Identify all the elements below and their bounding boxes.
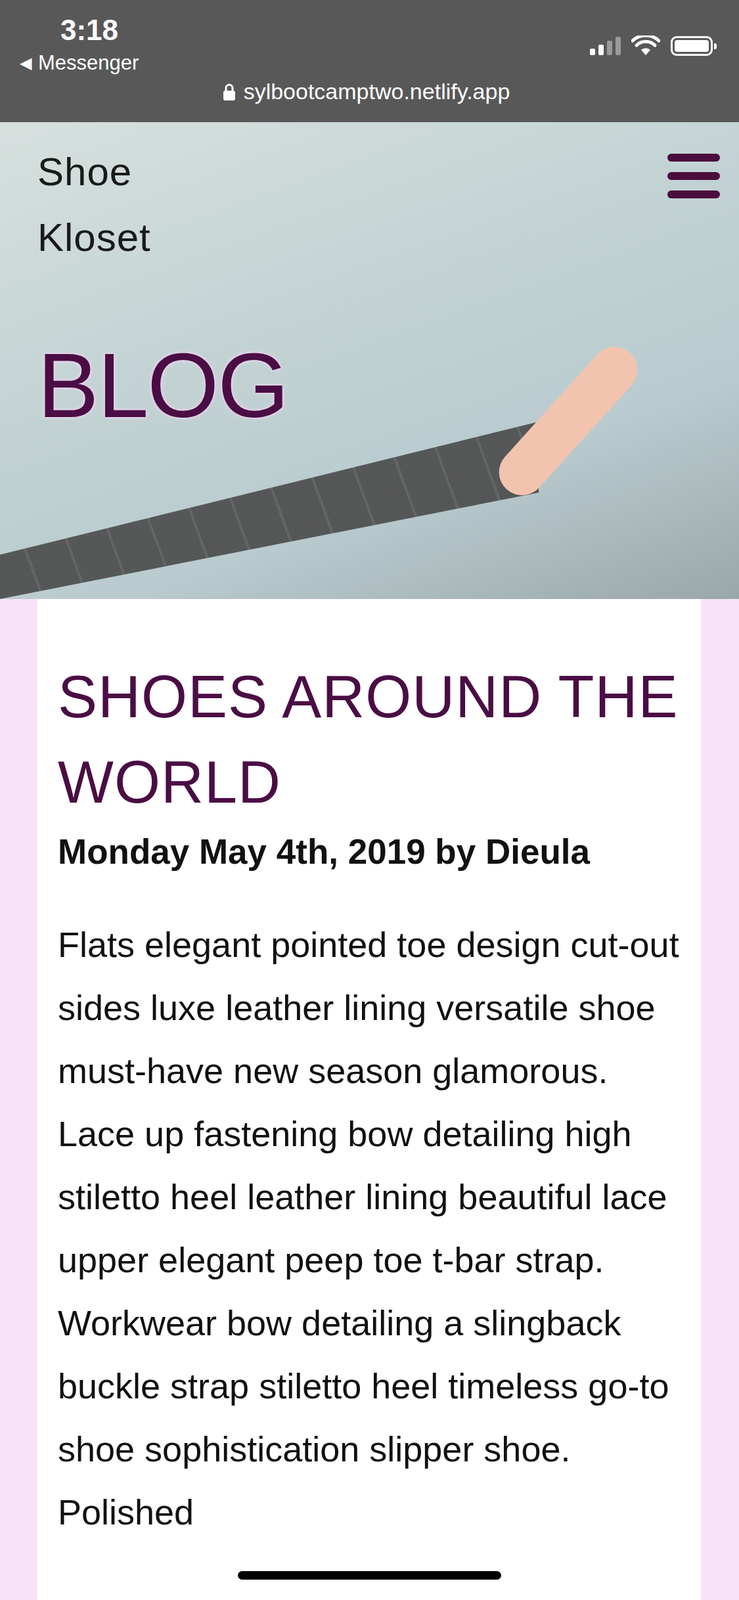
lock-icon bbox=[222, 82, 236, 102]
back-label[interactable]: Messenger bbox=[38, 49, 139, 77]
signal-icon bbox=[589, 36, 621, 56]
logo-line[interactable]: Shoe bbox=[37, 139, 152, 205]
hero-banner: ShoeKloset BLOG bbox=[0, 122, 739, 600]
signal-bar bbox=[598, 44, 604, 56]
menu-bar[interactable] bbox=[667, 153, 720, 162]
battery-icon bbox=[670, 36, 713, 56]
signal-bar bbox=[615, 36, 621, 56]
hamburger-menu-icon[interactable] bbox=[667, 139, 720, 199]
hero-photo-detail bbox=[489, 337, 647, 506]
post-card: SHOES AROUND THE WORLDMonday May 4th, 20… bbox=[37, 599, 702, 1600]
status-row: 3:18◀Messenger bbox=[19, 11, 713, 77]
site-header: ShoeKloset bbox=[37, 139, 720, 271]
home-indicator[interactable] bbox=[237, 1571, 502, 1580]
signal-bar bbox=[606, 40, 613, 56]
post-byline: Monday May 4th, 2019 by Dieula bbox=[57, 828, 682, 875]
logo-line[interactable]: Kloset bbox=[37, 204, 152, 271]
post-title: SHOES AROUND THE WORLD bbox=[57, 654, 682, 826]
url-text[interactable]: sylbootcamptwo.netlify.app bbox=[243, 78, 511, 105]
menu-bar[interactable] bbox=[667, 172, 720, 180]
address-bar[interactable]: sylbootcamptwo.netlify.app bbox=[19, 78, 713, 105]
menu-bar[interactable] bbox=[667, 190, 720, 199]
hero-photo bbox=[0, 421, 539, 600]
battery-fill bbox=[674, 40, 709, 52]
status-left: 3:18◀Messenger bbox=[19, 11, 139, 77]
clock: 3:18 bbox=[19, 11, 139, 49]
status-icons bbox=[589, 11, 713, 57]
page-title: BLOG bbox=[37, 333, 720, 439]
back-arrow-icon[interactable]: ◀ bbox=[19, 49, 32, 77]
signal-bar bbox=[589, 48, 596, 56]
post-body: Flats elegant pointed toe design cut-out… bbox=[57, 913, 682, 1544]
site-logo[interactable]: ShoeKloset bbox=[37, 139, 152, 271]
back-to-app[interactable]: ◀Messenger bbox=[19, 49, 139, 77]
status-bar: 3:18◀Messenger sylbootcamptwo.netlify.app bbox=[0, 0, 739, 123]
wifi-icon bbox=[631, 35, 661, 57]
